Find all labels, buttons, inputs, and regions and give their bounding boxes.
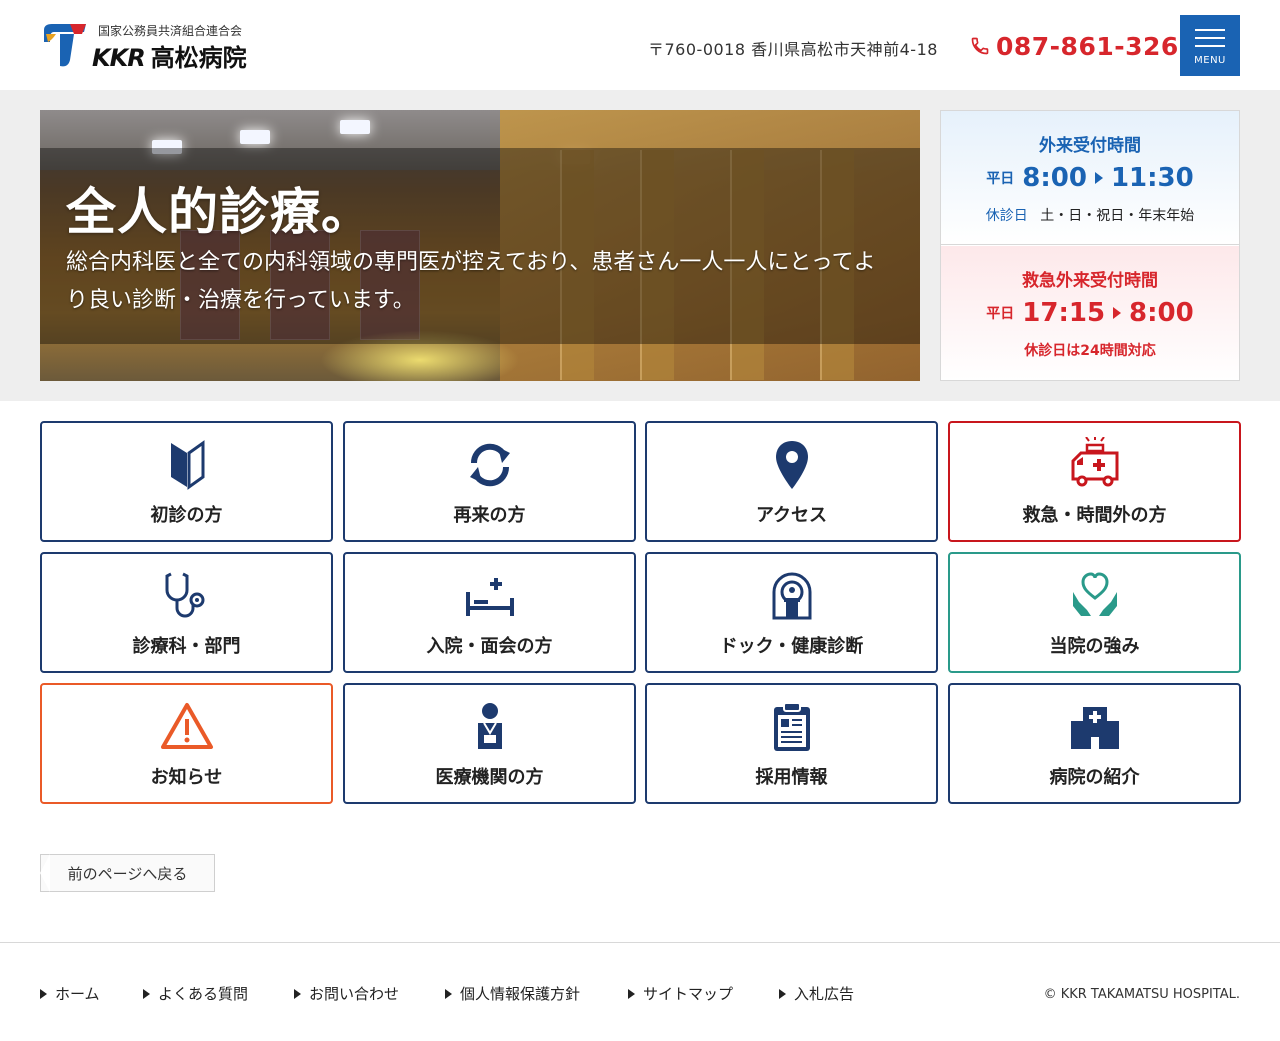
footer-link-label: 個人情報保護方針 <box>460 985 581 1003</box>
emergency-title: 救急外来受付時間 <box>1022 271 1158 291</box>
footer-link-label: サイトマップ <box>643 985 734 1003</box>
tile-first-visit[interactable]: 初診の方 <box>40 421 333 542</box>
triangle-right-icon <box>143 988 150 999</box>
emergency-day: 平日 <box>986 306 1015 322</box>
ceiling-light <box>240 130 270 144</box>
footer-link-sitemap[interactable]: サイトマップ <box>628 983 779 1004</box>
outpatient-start: 8:00 <box>1022 163 1087 193</box>
tile-medical-institutions[interactable]: 医療機関の方 <box>343 683 636 804</box>
tile-news[interactable]: お知らせ <box>40 683 333 804</box>
hero-description: 総合内科医と全ての内科領域の専門医が控えており、患者さん一人一人にとってより良い… <box>66 250 876 313</box>
menu-bar <box>1195 37 1225 39</box>
hospital-name: KKR 高松病院 <box>92 38 247 73</box>
tile-strengths[interactable]: 当院の強み <box>948 552 1241 673</box>
footer-link-label: よくある質問 <box>158 985 249 1003</box>
closed-days: 土・日・祝日・年末年始 <box>1040 208 1195 224</box>
refresh-icon <box>345 437 634 493</box>
tile-departments[interactable]: 診療科・部門 <box>40 552 333 673</box>
tile-label: 救急・時間外の方 <box>1022 505 1167 526</box>
tile-health-checkup[interactable]: ドック・健康診断 <box>645 552 938 673</box>
outpatient-end: 11:30 <box>1110 163 1194 193</box>
tile-label: アクセス <box>755 505 828 526</box>
tile-label: 採用情報 <box>755 767 828 788</box>
footer-nav: ホーム よくある質問 お問い合わせ 個人情報保護方針 サイトマップ 入札広告 <box>40 983 854 1004</box>
hospital-name-text: 高松病院 <box>150 44 247 72</box>
emergency-note: 休診日は24時間対応 <box>1024 343 1156 359</box>
brand-name: KKR <box>92 44 146 72</box>
footer-link-privacy[interactable]: 個人情報保護方針 <box>445 983 628 1004</box>
tile-return-visit[interactable]: 再来の方 <box>343 421 636 542</box>
arrow-right-icon <box>1094 172 1103 184</box>
tile-label: ドック・健康診断 <box>719 636 864 657</box>
footer-link-faq[interactable]: よくある質問 <box>143 983 294 1004</box>
tile-label: 診療科・部門 <box>132 636 241 657</box>
outpatient-day: 平日 <box>986 171 1015 187</box>
phone-icon <box>971 37 989 55</box>
closed-label: 休診日 <box>985 208 1028 224</box>
phone-link[interactable]: 087-861-3261 <box>970 30 1197 62</box>
tile-label: 医療機関の方 <box>435 767 544 788</box>
hospital-building-icon <box>950 699 1239 755</box>
tile-label: 入院・面会の方 <box>426 636 553 657</box>
menu-bar <box>1195 29 1225 31</box>
triangle-right-icon <box>628 988 635 999</box>
tile-emergency[interactable]: 救急・時間外の方 <box>948 421 1241 542</box>
outpatient-time-row: 平日 8:00 11:30 <box>941 163 1239 193</box>
emergency-time-row: 平日 17:15 8:00 <box>941 298 1239 328</box>
site-footer: ホーム よくある質問 お問い合わせ 個人情報保護方針 サイトマップ 入札広告 ©… <box>0 942 1280 1041</box>
organization-name: 国家公務員共済組合連合会 <box>98 24 243 38</box>
outpatient-hours: 外来受付時間 平日 8:00 11:30 休診日 土・日・祝日・年末年始 <box>941 111 1239 245</box>
ambulance-icon <box>950 437 1239 493</box>
triangle-right-icon <box>779 988 786 999</box>
footer-link-label: ホーム <box>55 985 100 1003</box>
hospital-logo[interactable]: 国家公務員共済組合連合会 KKR 高松病院 <box>40 20 300 73</box>
hospital-bed-icon <box>345 568 634 624</box>
menu-button[interactable]: MENU <box>1180 15 1240 76</box>
beginner-mark-icon <box>42 437 331 493</box>
ct-scanner-icon <box>647 568 936 624</box>
clipboard-icon <box>647 699 936 755</box>
emergency-end: 8:00 <box>1129 298 1194 328</box>
kkr-logo-icon <box>44 24 86 67</box>
menu-bar <box>1195 45 1225 47</box>
tile-admission[interactable]: 入院・面会の方 <box>343 552 636 673</box>
site-header: 国家公務員共済組合連合会 KKR 高松病院 〒760-0018 香川県高松市天神前… <box>0 0 1280 90</box>
ceiling-light <box>340 120 370 134</box>
map-pin-icon <box>647 437 936 493</box>
footer-link-label: お問い合わせ <box>309 985 400 1003</box>
tile-label: 当院の強み <box>1049 636 1140 657</box>
warning-icon <box>42 699 331 755</box>
emergency-start: 17:15 <box>1022 298 1106 328</box>
triangle-right-icon <box>445 988 452 999</box>
back-button[interactable]: 前のページへ戻る <box>40 854 215 892</box>
footer-link-home[interactable]: ホーム <box>40 983 143 1004</box>
stethoscope-icon <box>42 568 331 624</box>
tile-label: 病院の紹介 <box>1049 767 1140 788</box>
closed-days-row: 休診日 土・日・祝日・年末年始 <box>941 205 1239 225</box>
tile-recruitment[interactable]: 採用情報 <box>645 683 938 804</box>
hospital-address: 〒760-0018 香川県高松市天神前4-18 <box>648 40 938 59</box>
tile-label: 初診の方 <box>150 505 223 526</box>
copyright: © KKR TAKAMATSU HOSPITAL. <box>1043 987 1240 1002</box>
tile-access[interactable]: アクセス <box>645 421 938 542</box>
doctor-icon <box>345 699 634 755</box>
footer-link-tender[interactable]: 入札広告 <box>779 983 854 1004</box>
heart-hands-icon <box>950 568 1239 624</box>
tile-label: お知らせ <box>150 767 223 788</box>
emergency-hours: 救急外来受付時間 平日 17:15 8:00 休診日は24時間対応 <box>941 246 1239 380</box>
tile-label: 再来の方 <box>453 505 526 526</box>
phone-number: 087-861-3261 <box>996 31 1197 61</box>
footer-link-label: 入札広告 <box>794 985 855 1003</box>
footer-link-contact[interactable]: お問い合わせ <box>294 983 445 1004</box>
triangle-right-icon <box>294 988 301 999</box>
hero-image: 全人的診療。 総合内科医と全ての内科領域の専門医が控えており、患者さん一人一人に… <box>40 110 920 381</box>
menu-label: MENU <box>1194 55 1226 66</box>
tile-hospital-intro[interactable]: 病院の紹介 <box>948 683 1241 804</box>
arrow-right-icon <box>1113 307 1122 319</box>
reception-hours: 外来受付時間 平日 8:00 11:30 休診日 土・日・祝日・年末年始 救急外… <box>940 110 1240 381</box>
hero-title: 全人的診療。 <box>66 182 372 241</box>
outpatient-title: 外来受付時間 <box>1039 136 1141 156</box>
triangle-right-icon <box>40 988 47 999</box>
